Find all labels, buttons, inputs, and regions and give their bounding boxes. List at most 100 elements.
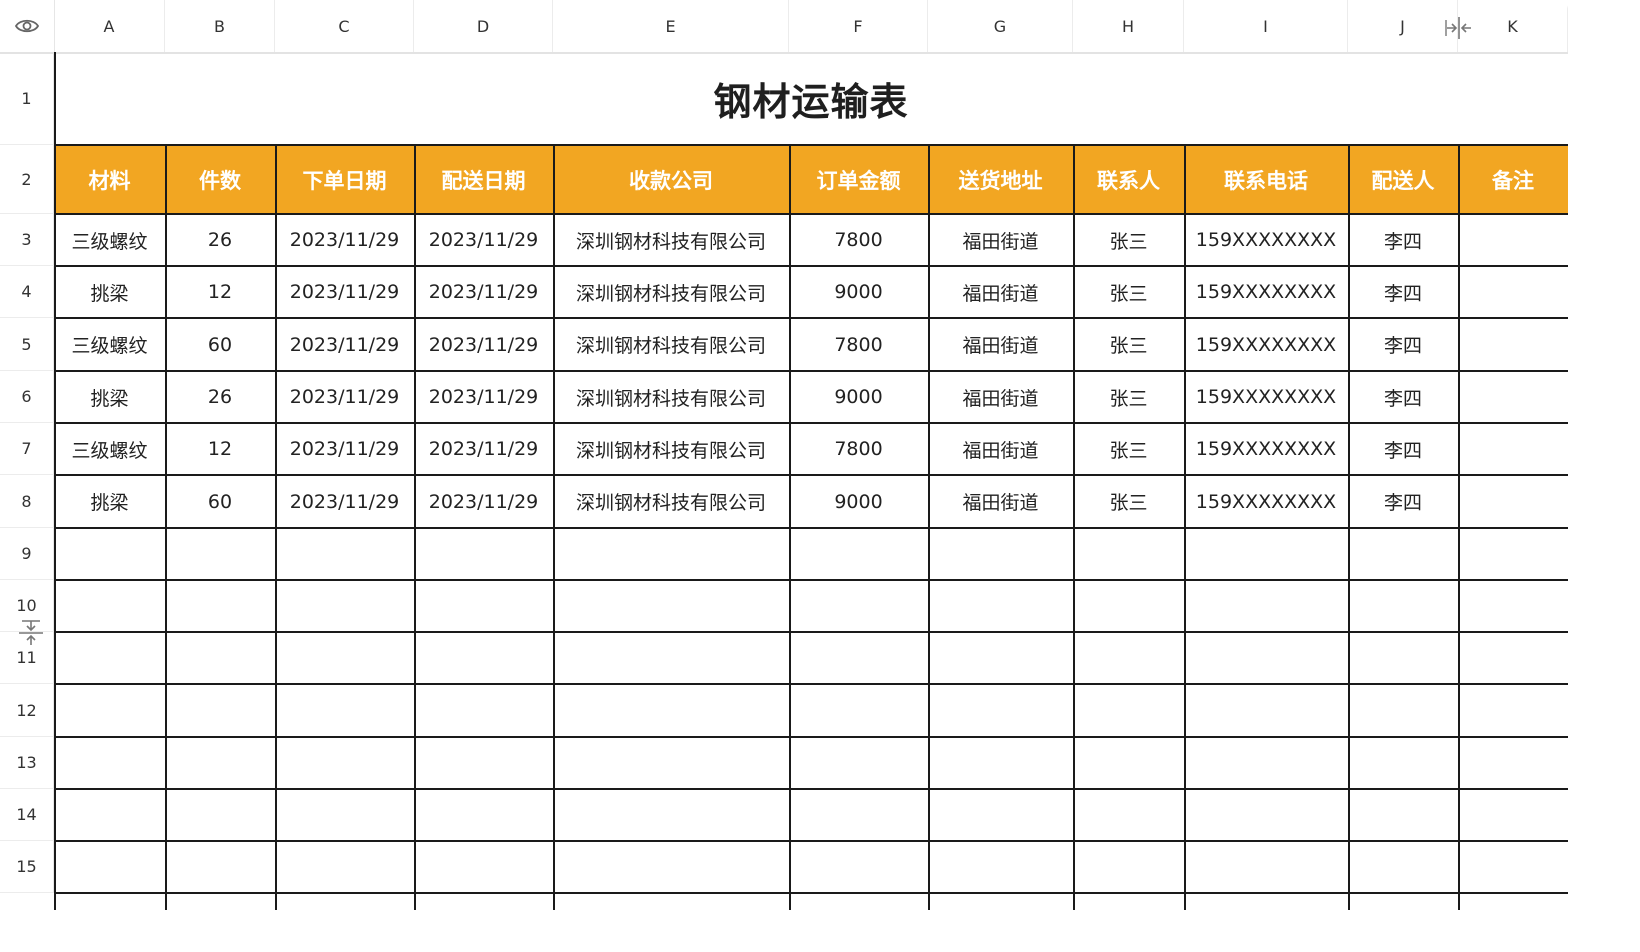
table-cell[interactable]: 李四 bbox=[1348, 214, 1458, 266]
table-cell[interactable]: 2023/11/29 bbox=[275, 318, 414, 371]
empty-cell[interactable] bbox=[54, 580, 165, 632]
column-header-c[interactable]: C bbox=[275, 0, 414, 52]
empty-cell[interactable] bbox=[1073, 684, 1184, 737]
row-header-14[interactable]: 14 bbox=[0, 789, 54, 841]
table-cell[interactable]: 2023/11/29 bbox=[275, 371, 414, 423]
table-cell[interactable]: 挑梁 bbox=[54, 266, 165, 318]
table-cell[interactable]: 李四 bbox=[1348, 475, 1458, 528]
empty-cell[interactable] bbox=[789, 580, 928, 632]
table-cell[interactable]: 挑梁 bbox=[54, 475, 165, 528]
table-cell[interactable] bbox=[1458, 214, 1568, 266]
row-header-7[interactable]: 7 bbox=[0, 423, 54, 475]
row-header-13[interactable]: 13 bbox=[0, 737, 54, 789]
empty-cell[interactable] bbox=[1458, 528, 1568, 580]
table-cell[interactable]: 福田街道 bbox=[928, 423, 1073, 475]
empty-cell[interactable] bbox=[54, 737, 165, 789]
table-cell[interactable] bbox=[1458, 318, 1568, 371]
table-header-cell[interactable]: 联系电话 bbox=[1184, 145, 1348, 214]
column-header-k[interactable]: K bbox=[1458, 0, 1568, 52]
empty-cell[interactable] bbox=[1073, 528, 1184, 580]
table-cell[interactable]: 60 bbox=[165, 318, 275, 371]
table-cell[interactable]: 2023/11/29 bbox=[414, 318, 553, 371]
sheet-title[interactable]: 钢材运输表 bbox=[54, 52, 1568, 145]
empty-cell[interactable] bbox=[1348, 737, 1458, 789]
row-header-4[interactable]: 4 bbox=[0, 266, 54, 318]
empty-cell[interactable] bbox=[275, 528, 414, 580]
empty-cell[interactable] bbox=[789, 841, 928, 893]
table-header-cell[interactable]: 件数 bbox=[165, 145, 275, 214]
table-cell[interactable]: 张三 bbox=[1073, 371, 1184, 423]
empty-cell[interactable] bbox=[553, 789, 789, 841]
empty-cell[interactable] bbox=[1184, 632, 1348, 684]
empty-cell[interactable] bbox=[275, 841, 414, 893]
empty-cell[interactable] bbox=[1348, 789, 1458, 841]
table-cell[interactable]: 9000 bbox=[789, 266, 928, 318]
table-cell[interactable]: 深圳钢材科技有限公司 bbox=[553, 266, 789, 318]
table-cell[interactable]: 李四 bbox=[1348, 318, 1458, 371]
empty-cell[interactable] bbox=[553, 528, 789, 580]
empty-cell[interactable] bbox=[1458, 632, 1568, 684]
empty-cell[interactable] bbox=[1348, 632, 1458, 684]
table-cell[interactable]: 深圳钢材科技有限公司 bbox=[553, 475, 789, 528]
table-cell[interactable]: 张三 bbox=[1073, 214, 1184, 266]
column-header-e[interactable]: E bbox=[553, 0, 789, 52]
empty-cell[interactable] bbox=[1073, 841, 1184, 893]
table-header-cell[interactable]: 送货地址 bbox=[928, 145, 1073, 214]
column-resize-icon[interactable] bbox=[1445, 16, 1473, 40]
table-cell[interactable]: 李四 bbox=[1348, 266, 1458, 318]
row-header-12[interactable]: 12 bbox=[0, 684, 54, 737]
table-cell[interactable] bbox=[1458, 371, 1568, 423]
table-cell[interactable]: 深圳钢材科技有限公司 bbox=[553, 318, 789, 371]
empty-cell[interactable] bbox=[1184, 789, 1348, 841]
table-cell[interactable]: 深圳钢材科技有限公司 bbox=[553, 423, 789, 475]
table-cell[interactable]: 12 bbox=[165, 266, 275, 318]
table-cell[interactable]: 2023/11/29 bbox=[414, 371, 553, 423]
empty-cell[interactable] bbox=[1184, 737, 1348, 789]
table-header-cell[interactable]: 材料 bbox=[54, 145, 165, 214]
empty-cell[interactable] bbox=[553, 684, 789, 737]
table-cell[interactable]: 三级螺纹 bbox=[54, 214, 165, 266]
column-header-j[interactable]: J bbox=[1348, 0, 1458, 52]
table-header-cell[interactable]: 下单日期 bbox=[275, 145, 414, 214]
row-header-8[interactable]: 8 bbox=[0, 475, 54, 528]
empty-cell[interactable] bbox=[414, 684, 553, 737]
row-header-6[interactable]: 6 bbox=[0, 371, 54, 423]
empty-cell[interactable] bbox=[1073, 737, 1184, 789]
empty-cell[interactable] bbox=[414, 841, 553, 893]
table-header-cell[interactable]: 订单金额 bbox=[789, 145, 928, 214]
empty-cell[interactable] bbox=[928, 789, 1073, 841]
table-cell[interactable]: 2023/11/29 bbox=[414, 423, 553, 475]
empty-cell[interactable] bbox=[789, 632, 928, 684]
empty-cell[interactable] bbox=[789, 528, 928, 580]
table-cell[interactable]: 2023/11/29 bbox=[275, 266, 414, 318]
table-cell[interactable]: 7800 bbox=[789, 318, 928, 371]
table-cell[interactable]: 张三 bbox=[1073, 475, 1184, 528]
table-cell[interactable]: 李四 bbox=[1348, 371, 1458, 423]
table-cell[interactable] bbox=[1458, 266, 1568, 318]
table-cell[interactable]: 三级螺纹 bbox=[54, 423, 165, 475]
empty-cell[interactable] bbox=[928, 580, 1073, 632]
table-cell[interactable]: 2023/11/29 bbox=[414, 266, 553, 318]
table-cell[interactable]: 2023/11/29 bbox=[414, 214, 553, 266]
empty-cell[interactable] bbox=[54, 841, 165, 893]
table-header-cell[interactable]: 备注 bbox=[1458, 145, 1568, 214]
row-header-1[interactable]: 1 bbox=[0, 52, 54, 145]
empty-cell[interactable] bbox=[414, 737, 553, 789]
empty-cell[interactable] bbox=[275, 580, 414, 632]
empty-cell[interactable] bbox=[165, 684, 275, 737]
empty-cell[interactable] bbox=[1348, 684, 1458, 737]
table-cell[interactable]: 2023/11/29 bbox=[414, 475, 553, 528]
empty-cell[interactable] bbox=[275, 684, 414, 737]
column-header-g[interactable]: G bbox=[928, 0, 1073, 52]
visibility-toggle[interactable] bbox=[0, 0, 55, 52]
empty-cell[interactable] bbox=[275, 632, 414, 684]
table-cell[interactable]: 三级螺纹 bbox=[54, 318, 165, 371]
empty-cell[interactable] bbox=[928, 737, 1073, 789]
empty-cell[interactable] bbox=[275, 789, 414, 841]
empty-cell[interactable] bbox=[789, 737, 928, 789]
table-cell[interactable]: 159XXXXXXXX bbox=[1184, 266, 1348, 318]
empty-cell[interactable] bbox=[275, 737, 414, 789]
empty-cell[interactable] bbox=[928, 632, 1073, 684]
table-cell[interactable]: 9000 bbox=[789, 371, 928, 423]
empty-cell[interactable] bbox=[414, 789, 553, 841]
